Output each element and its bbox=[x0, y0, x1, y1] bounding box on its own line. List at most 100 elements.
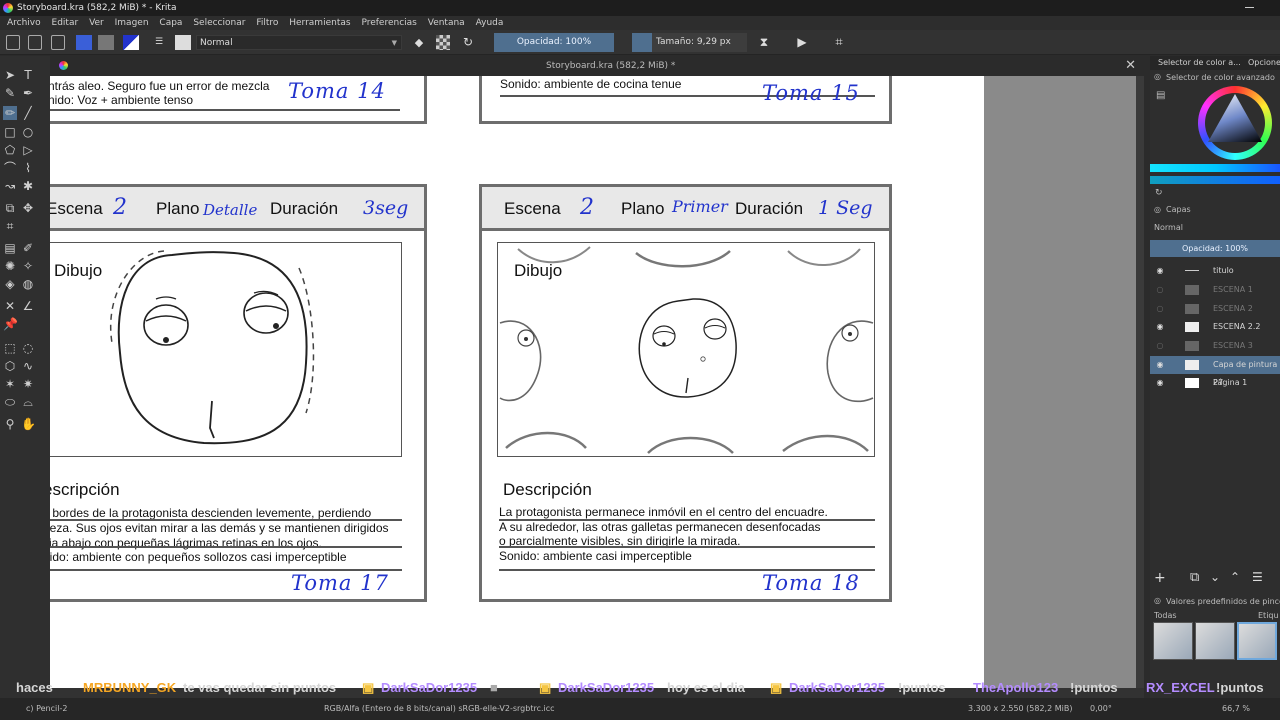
eye-icon[interactable]: ◉ bbox=[1155, 378, 1165, 388]
bezier-select-icon[interactable]: ⬭ bbox=[3, 395, 17, 409]
dynamic-brush-icon[interactable]: ↝ bbox=[3, 179, 17, 193]
status-colorspace[interactable]: RGB/Alfa (Entero de 8 bits/canal) sRGB-e… bbox=[324, 698, 555, 720]
blend-mode-select[interactable]: Normal ▼ bbox=[196, 35, 402, 50]
polygon-select-icon[interactable]: ⬡ bbox=[3, 359, 17, 373]
brush-preset-icon[interactable] bbox=[175, 35, 191, 50]
status-zoom[interactable]: 66,7 % bbox=[1222, 698, 1250, 720]
magnetic-select-icon[interactable]: ⌓ bbox=[21, 395, 35, 409]
vertical-scrollbar[interactable] bbox=[1136, 76, 1144, 688]
move-layer-up-icon[interactable]: ⌃ bbox=[1230, 570, 1240, 584]
layer-opacity-slider[interactable]: Opacidad: 100% bbox=[1150, 240, 1280, 257]
status-brush[interactable]: c) Pencil-2 bbox=[26, 698, 67, 720]
polyline-tool-icon[interactable]: ▷ bbox=[21, 143, 35, 157]
opacity-slider[interactable]: Opacidad: 100% bbox=[494, 33, 614, 52]
layer-row-titulo[interactable]: ◉ titulo bbox=[1150, 262, 1280, 280]
mirror-vertical-icon[interactable]: ▶ bbox=[795, 35, 809, 50]
transform-tool-icon[interactable]: ⧉ bbox=[3, 201, 17, 215]
menu-ayuda[interactable]: Ayuda bbox=[476, 18, 504, 28]
eye-icon[interactable]: ◉ bbox=[1155, 322, 1165, 332]
menu-preferencias[interactable]: Preferencias bbox=[361, 18, 416, 28]
ellipse-select-icon[interactable]: ◌ bbox=[21, 341, 35, 355]
eye-hidden-icon[interactable]: ○ bbox=[1155, 285, 1165, 295]
line-tool-icon[interactable]: ╱ bbox=[21, 106, 35, 120]
menu-archivo[interactable]: Archivo bbox=[7, 18, 41, 28]
layer-row-escena-2-2[interactable]: ◉ ESCENA 2.2 bbox=[1150, 318, 1280, 336]
tab-color-selector[interactable]: Selector de color a... bbox=[1158, 56, 1241, 70]
similar-select-icon[interactable]: ✷ bbox=[21, 377, 35, 391]
reference-tool-icon[interactable]: 📌 bbox=[3, 317, 18, 331]
close-icon[interactable]: ✕ bbox=[1125, 56, 1136, 76]
contiguous-select-icon[interactable]: ✶ bbox=[3, 377, 17, 391]
menu-filtro[interactable]: Filtro bbox=[256, 18, 278, 28]
menu-herramientas[interactable]: Herramientas bbox=[289, 18, 350, 28]
multibrush-icon[interactable]: ✱ bbox=[21, 179, 35, 193]
move-tool-icon[interactable]: ✥ bbox=[21, 201, 35, 215]
canvas-page[interactable]: ntrás aleo. Seguro fue un error de mezcl… bbox=[50, 76, 984, 688]
pan-tool-icon[interactable]: ✋ bbox=[21, 417, 36, 431]
layer-row-escena-1[interactable]: ○ ESCENA 1 bbox=[1150, 281, 1280, 299]
gradient-tool-icon[interactable]: ▤ bbox=[3, 241, 17, 255]
brush-preset-thumb[interactable] bbox=[1153, 622, 1193, 660]
edit-shapes-icon[interactable]: ✎ bbox=[3, 86, 17, 100]
eye-hidden-icon[interactable]: ○ bbox=[1155, 341, 1165, 351]
rectangle-tool-icon[interactable]: □ bbox=[3, 125, 17, 139]
color-picker-icon[interactable]: ✐ bbox=[21, 241, 35, 255]
status-rotation[interactable]: 0,00° bbox=[1090, 698, 1112, 720]
calligraphy-icon[interactable]: ✒ bbox=[21, 86, 35, 100]
save-icon[interactable] bbox=[51, 35, 65, 50]
eye-hidden-icon[interactable]: ○ bbox=[1155, 304, 1165, 314]
color-settings-icon[interactable]: ▤ bbox=[1156, 90, 1165, 101]
menu-capa[interactable]: Capa bbox=[159, 18, 182, 28]
bezier-tool-icon[interactable]: ⌒ bbox=[3, 161, 17, 175]
enclose-fill-icon[interactable]: ◍ bbox=[21, 277, 35, 291]
layer-row-escena-2[interactable]: ○ ESCENA 2 bbox=[1150, 300, 1280, 318]
alpha-lock-icon[interactable] bbox=[436, 35, 450, 50]
menu-seleccionar[interactable]: Seleccionar bbox=[193, 18, 245, 28]
reload-icon[interactable]: ↻ bbox=[461, 35, 475, 50]
color-docker-pin-icon[interactable]: ◎ bbox=[1154, 72, 1161, 81]
freehand-select-icon[interactable]: ∿ bbox=[21, 359, 35, 373]
pattern-swatch-icon[interactable] bbox=[98, 35, 114, 50]
assistant-tool-icon[interactable]: ✕ bbox=[3, 299, 17, 313]
size-slider[interactable]: Tamaño: 9,29 px bbox=[632, 33, 747, 52]
presets-tag-button[interactable]: Etiqu bbox=[1258, 611, 1279, 620]
refresh-icon[interactable]: ↻ bbox=[1155, 188, 1163, 198]
brush-preset-thumb-selected[interactable] bbox=[1237, 622, 1277, 660]
ellipse-tool-icon[interactable]: ○ bbox=[21, 125, 35, 139]
document-tab[interactable]: Storyboard.kra (582,2 MiB) * ✕ bbox=[50, 56, 1144, 76]
layer-row-capa-de-pintura-27[interactable]: ◉ Capa de pintura 27 bbox=[1150, 356, 1280, 387]
eye-icon[interactable]: ◉ bbox=[1155, 266, 1165, 276]
open-folder-icon[interactable] bbox=[28, 35, 42, 50]
layer-menu-icon[interactable]: ☰ bbox=[1252, 570, 1263, 584]
rect-select-icon[interactable]: ⬚ bbox=[3, 341, 17, 355]
eraser-icon[interactable]: ◆ bbox=[412, 35, 426, 50]
tab-tool-options[interactable]: Opcione bbox=[1248, 56, 1280, 70]
crop-tool-icon[interactable]: ⌗ bbox=[3, 219, 17, 233]
duplicate-layer-icon[interactable]: ⧉ bbox=[1190, 570, 1199, 585]
layer-row-pagina-1[interactable]: ◉ Página 1 bbox=[1150, 374, 1280, 392]
presets-pin-icon[interactable]: ◎ bbox=[1154, 596, 1161, 605]
fg-bg-color-icon[interactable] bbox=[123, 35, 139, 50]
select-shapes-icon[interactable]: ➤ bbox=[3, 68, 17, 82]
brush-preset-thumb[interactable] bbox=[1195, 622, 1235, 660]
menu-ver[interactable]: Ver bbox=[89, 18, 104, 28]
text-tool-icon[interactable]: T bbox=[21, 68, 35, 82]
layers-pin-icon[interactable]: ◎ bbox=[1154, 205, 1161, 214]
menu-imagen[interactable]: Imagen bbox=[115, 18, 149, 28]
menu-editar[interactable]: Editar bbox=[52, 18, 79, 28]
menu-ventana[interactable]: Ventana bbox=[428, 18, 465, 28]
color-slider-2[interactable] bbox=[1150, 176, 1280, 184]
move-layer-down-icon[interactable]: ⌄ bbox=[1210, 570, 1220, 584]
add-layer-icon[interactable]: + bbox=[1154, 570, 1166, 586]
eye-icon[interactable]: ◉ bbox=[1155, 360, 1165, 370]
polygon-tool-icon[interactable]: ⬠ bbox=[3, 143, 17, 157]
gradient-swatch-icon[interactable] bbox=[76, 35, 92, 50]
presets-filter-select[interactable]: Todas bbox=[1154, 611, 1177, 620]
mirror-horizontal-icon[interactable]: ⧗ bbox=[757, 35, 771, 50]
brush-settings-icon[interactable]: ☰ bbox=[152, 35, 166, 50]
crop-icon[interactable]: ⌗ bbox=[832, 35, 846, 50]
layer-blend-mode[interactable]: Normal bbox=[1154, 223, 1183, 232]
color-slider-1[interactable] bbox=[1150, 164, 1280, 172]
minimize-icon[interactable] bbox=[1245, 7, 1254, 8]
colorize-mask-icon[interactable]: ✺ bbox=[3, 259, 17, 273]
